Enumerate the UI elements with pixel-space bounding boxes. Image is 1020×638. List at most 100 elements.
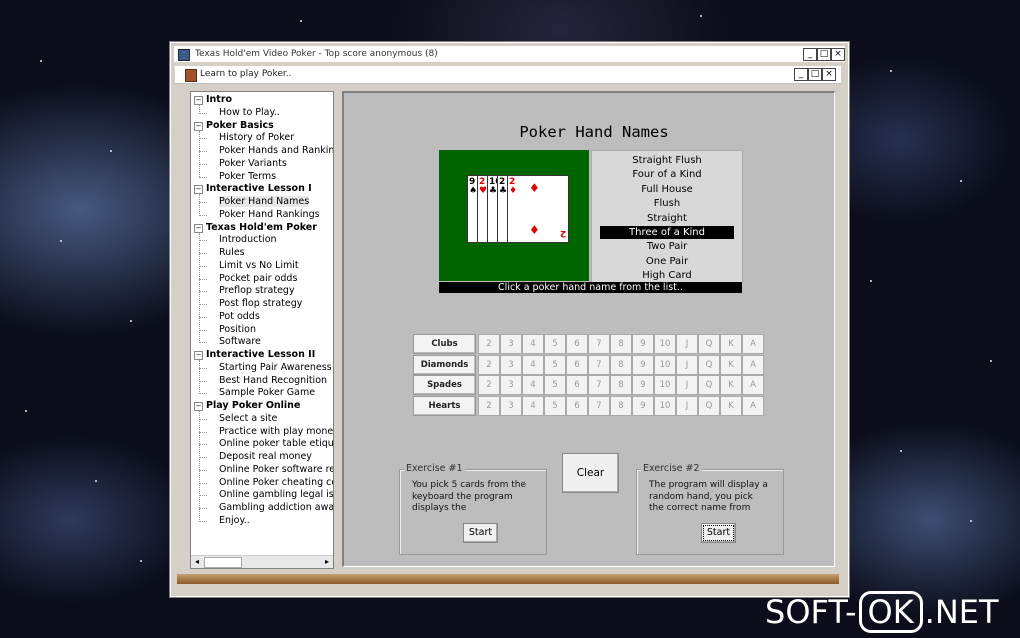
tree-item[interactable]: Enjoy.. xyxy=(219,515,250,527)
maximize-button[interactable]: □ xyxy=(817,48,831,61)
rank-button[interactable]: 4 xyxy=(522,375,544,395)
hand-name-option[interactable]: One Pair xyxy=(600,255,734,268)
tree-section[interactable]: Interactive Lesson I xyxy=(206,183,312,195)
hand-name-option[interactable]: Two Pair xyxy=(600,240,734,253)
rank-button[interactable]: 10 xyxy=(654,395,676,416)
rank-button[interactable]: 3 xyxy=(500,334,522,354)
rank-button[interactable]: Q xyxy=(698,375,720,395)
rank-button[interactable]: 5 xyxy=(544,354,566,375)
tree-item[interactable]: Practice with play money xyxy=(219,426,333,438)
hand-name-option[interactable]: High Card xyxy=(600,269,734,282)
rank-button[interactable]: 9 xyxy=(632,395,654,416)
rank-button[interactable]: 3 xyxy=(500,354,522,375)
rank-button[interactable]: 5 xyxy=(544,375,566,395)
tree-item[interactable]: Position xyxy=(219,324,256,336)
tree-item[interactable]: Select a site xyxy=(219,413,277,425)
rank-button[interactable]: 8 xyxy=(610,395,632,416)
tree-item[interactable]: Best Hand Recognition xyxy=(219,375,327,387)
tree-item[interactable]: Sample Poker Game xyxy=(219,387,315,399)
tree-item[interactable]: Rules xyxy=(219,247,245,259)
tree-item[interactable]: Gambling addiction awareness xyxy=(219,502,333,514)
tree-horizontal-scrollbar[interactable]: ◂ ▸ xyxy=(191,555,333,568)
rank-button[interactable]: Q xyxy=(698,334,720,354)
window-titlebar[interactable]: Texas Hold'em Video Poker - Top score an… xyxy=(174,46,845,62)
tree-section[interactable]: Poker Basics xyxy=(206,120,274,132)
hand-name-option[interactable]: Straight Flush xyxy=(600,154,734,167)
rank-button[interactable]: J xyxy=(676,354,698,375)
lesson-maximize-button[interactable]: □ xyxy=(808,68,822,81)
tree-item[interactable]: Limit vs No Limit xyxy=(219,260,299,272)
tree-item[interactable]: Introduction xyxy=(219,234,277,246)
rank-button[interactable]: K xyxy=(720,375,742,395)
lesson-titlebar[interactable]: Learn to play Poker.. _ □ × xyxy=(175,66,841,84)
rank-button[interactable]: 7 xyxy=(588,375,610,395)
tree-expand-icon[interactable]: − xyxy=(194,185,203,195)
rank-button[interactable]: K xyxy=(720,354,742,375)
hand-name-option[interactable]: Straight xyxy=(600,212,734,225)
rank-button[interactable]: 5 xyxy=(544,395,566,416)
rank-button[interactable]: 4 xyxy=(522,334,544,354)
rank-button[interactable]: A xyxy=(742,354,764,375)
lesson-tree[interactable]: ◂ ▸ − Intro How to Play.. − Poker Basics Hist… xyxy=(190,91,334,569)
rank-button[interactable]: J xyxy=(676,334,698,354)
rank-button[interactable]: 2 xyxy=(478,395,500,416)
rank-button[interactable]: 6 xyxy=(566,375,588,395)
hand-name-option[interactable]: Full House xyxy=(600,183,734,196)
rank-button[interactable]: 7 xyxy=(588,334,610,354)
tree-item[interactable]: History of Poker xyxy=(219,132,294,144)
rank-button[interactable]: K xyxy=(720,334,742,354)
tree-section[interactable]: Texas Hold'em Poker xyxy=(206,222,317,234)
lesson-close-button[interactable]: × xyxy=(822,68,836,81)
hand-name-list[interactable]: Straight Flush Four of a Kind Full House Fl… xyxy=(591,150,743,283)
rank-button[interactable]: 4 xyxy=(522,395,544,416)
rank-button[interactable]: Q xyxy=(698,354,720,375)
tree-expand-icon[interactable]: − xyxy=(194,223,203,233)
tree-item[interactable]: Poker Terms xyxy=(219,171,276,183)
tree-expand-icon[interactable]: − xyxy=(194,351,203,360)
tree-item[interactable]: How to Play.. xyxy=(219,107,280,119)
rank-button[interactable]: 4 xyxy=(522,354,544,375)
rank-button[interactable]: 6 xyxy=(566,354,588,375)
hand-name-option[interactable]: Four of a Kind xyxy=(600,168,734,181)
rank-button[interactable]: 9 xyxy=(632,354,654,375)
rank-button[interactable]: 5 xyxy=(544,334,566,354)
rank-button[interactable]: J xyxy=(676,375,698,395)
rank-button[interactable]: 10 xyxy=(654,375,676,395)
tree-item[interactable]: Post flop strategy xyxy=(219,298,302,310)
rank-button[interactable]: 2 xyxy=(478,354,500,375)
tree-section[interactable]: Intro xyxy=(206,94,232,106)
hand-name-option[interactable]: Three of a Kind xyxy=(600,226,734,239)
tree-item[interactable]: Preflop strategy xyxy=(219,285,295,297)
hand-name-option[interactable]: Flush xyxy=(600,197,734,210)
scroll-right-icon[interactable]: ▸ xyxy=(321,556,333,568)
lesson-minimize-button[interactable]: _ xyxy=(794,68,808,81)
rank-button[interactable]: 2 xyxy=(478,334,500,354)
tree-item[interactable]: Online Poker cheating concerns xyxy=(219,477,333,489)
exercise-2-start-button[interactable]: Start xyxy=(701,523,736,543)
tree-item[interactable]: Deposit real money xyxy=(219,451,312,463)
tree-expand-icon[interactable]: − xyxy=(194,96,203,105)
rank-button[interactable]: 10 xyxy=(654,354,676,375)
rank-button[interactable]: 8 xyxy=(610,375,632,395)
rank-button[interactable]: 7 xyxy=(588,354,610,375)
tree-item[interactable]: Poker Hands and Rankings xyxy=(219,145,333,157)
rank-button[interactable]: 2 xyxy=(478,375,500,395)
rank-button[interactable]: A xyxy=(742,395,764,416)
tree-item[interactable]: Poker Hand Rankings xyxy=(219,209,320,221)
tree-section[interactable]: Play Poker Online xyxy=(206,400,300,412)
rank-button[interactable]: 9 xyxy=(632,375,654,395)
tree-item[interactable]: Pot odds xyxy=(219,311,260,323)
tree-item[interactable]: Poker Hand Names xyxy=(219,196,310,208)
clear-button[interactable]: Clear xyxy=(562,453,619,493)
close-button[interactable]: × xyxy=(831,48,845,61)
tree-item[interactable]: Software xyxy=(219,336,261,348)
rank-button[interactable]: 9 xyxy=(632,334,654,354)
rank-button[interactable]: J xyxy=(676,395,698,416)
tree-item[interactable]: Poker Variants xyxy=(219,158,287,170)
rank-button[interactable]: 3 xyxy=(500,375,522,395)
tree-expand-icon[interactable]: − xyxy=(194,402,203,411)
rank-button[interactable]: 8 xyxy=(610,354,632,375)
scroll-left-icon[interactable]: ◂ xyxy=(191,556,203,568)
rank-button[interactable]: 7 xyxy=(588,395,610,416)
tree-item[interactable]: Online Poker software review xyxy=(219,464,333,476)
